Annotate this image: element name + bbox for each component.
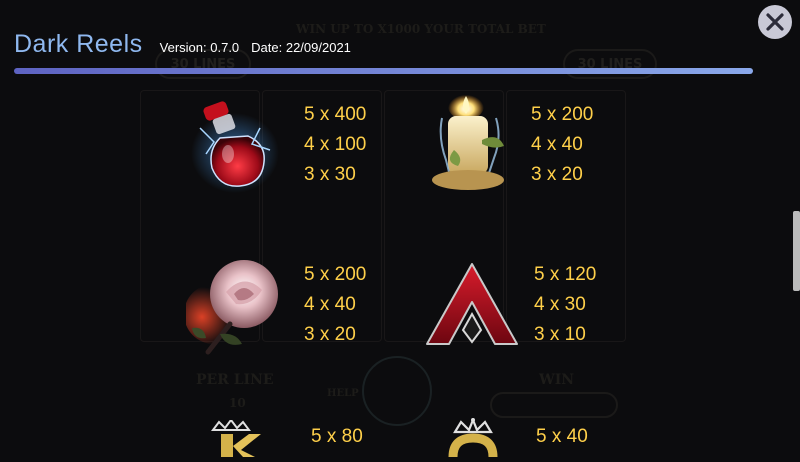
pay-4: 4 x 30 <box>534 294 586 315</box>
potion-pays: 5 x 400 4 x 100 3 x 30 <box>304 100 366 190</box>
pay-5: 5 x 80 <box>311 426 363 447</box>
scrollbar-thumb[interactable] <box>793 211 800 291</box>
pay-4: 4 x 40 <box>531 134 583 155</box>
letter-q-symbol <box>441 417 505 462</box>
pay-3: 3 x 20 <box>304 324 356 345</box>
rose-pays: 5 x 200 4 x 40 3 x 20 <box>304 260 366 350</box>
rose-symbol <box>184 254 292 363</box>
pay-4: 4 x 100 <box>304 134 367 155</box>
ghost-win-field <box>490 392 618 418</box>
ghost-win: WIN <box>539 372 575 388</box>
candle-pays: 5 x 200 4 x 40 3 x 20 <box>531 100 593 190</box>
ghost-per-line-value: 10 <box>229 396 246 410</box>
ghost-help: HELP <box>327 388 359 399</box>
ghost-lines-right: 30 LINES <box>563 49 657 79</box>
header-divider <box>14 68 753 74</box>
letter-q-pays: 5 x 40 <box>536 422 588 452</box>
letter-a-symbol <box>425 262 519 353</box>
letter-k-pays: 5 x 80 <box>311 422 363 452</box>
pay-5: 5 x 400 <box>304 104 367 125</box>
candle-symbol <box>424 92 516 201</box>
pay-5: 5 x 40 <box>536 426 588 447</box>
pay-3: 3 x 10 <box>534 324 586 345</box>
ghost-spin-button <box>362 356 432 426</box>
close-button[interactable] <box>758 5 792 39</box>
version-label: Version: 0.7.0 <box>159 40 240 55</box>
letter-a-pays: 5 x 120 4 x 30 3 x 10 <box>534 260 596 350</box>
pay-5: 5 x 120 <box>534 264 597 285</box>
pay-5: 5 x 200 <box>304 264 367 285</box>
pay-3: 3 x 30 <box>304 164 356 185</box>
pay-3: 3 x 20 <box>531 164 583 185</box>
game-title: Dark Reels <box>14 30 143 58</box>
pay-4: 4 x 40 <box>304 294 356 315</box>
ghost-per-line: PER LINE <box>196 372 274 388</box>
pay-5: 5 x 200 <box>531 104 594 125</box>
date-label: Date: 22/09/2021 <box>251 40 351 55</box>
paytable-header: Dark Reels Version: 0.7.0 Date: 22/09/20… <box>14 30 351 59</box>
potion-symbol <box>190 98 280 199</box>
letter-k-symbol <box>205 418 265 462</box>
close-x-icon <box>766 13 784 31</box>
